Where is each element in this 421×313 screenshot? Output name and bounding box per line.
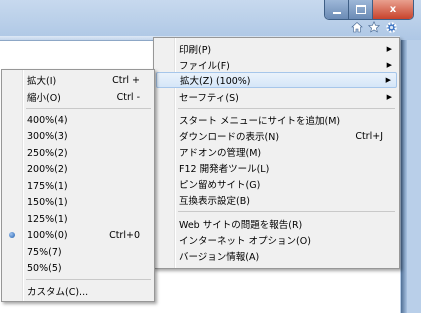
zoom-item-200[interactable]: 200%(2) — [2, 161, 154, 177]
menu-item-label: ファイル(F) — [179, 61, 230, 72]
zoom-item-150[interactable]: 150%(1) — [2, 194, 154, 210]
minimize-icon — [332, 11, 341, 14]
menu-item-compat-view[interactable]: 互換表示設定(B) — [154, 192, 399, 208]
menu-item-label: Web サイトの問題を報告(R) — [179, 220, 303, 231]
gear-icon[interactable] — [384, 20, 398, 34]
menu-item-label: アドオンの管理(M) — [179, 148, 262, 159]
zoom-item-100[interactable]: 100%(0) Ctrl+0 — [2, 227, 154, 243]
menu-item-label: カスタム(C)... — [27, 287, 89, 298]
menu-item-label: ダウンロードの表示(N) — [179, 132, 280, 143]
zoom-item-custom[interactable]: カスタム(C)... — [2, 283, 154, 299]
menu-item-label: 300%(3) — [27, 130, 68, 142]
zoom-item-zoom-out[interactable]: 縮小(O) Ctrl - — [2, 89, 154, 105]
menu-item-view-downloads[interactable]: ダウンロードの表示(N) Ctrl+J — [154, 128, 399, 144]
menu-item-zoom[interactable]: 拡大(Z) (100%) ▶ — [156, 72, 397, 88]
zoom-item-175[interactable]: 175%(1) — [2, 178, 154, 194]
submenu-arrow-icon: ▶ — [386, 93, 392, 101]
menu-item-label: 175%(1) — [27, 180, 68, 192]
menu-item-shortcut: Ctrl+0 — [109, 229, 140, 241]
close-button[interactable]: x — [373, 0, 413, 19]
window-controls: x — [324, 0, 414, 20]
menu-item-label: 互換表示設定(B) — [179, 196, 250, 207]
menu-item-pinned-sites[interactable]: ピン留めサイト(G) — [154, 176, 399, 192]
menu-item-safety[interactable]: セーフティ(S) ▶ — [154, 89, 399, 105]
menu-item-shortcut: Ctrl + — [112, 74, 140, 86]
menu-item-label: セーフティ(S) — [179, 93, 239, 104]
star-icon[interactable] — [367, 20, 381, 34]
menu-separator — [178, 211, 395, 212]
menu-item-label: 125%(1) — [27, 213, 68, 225]
zoom-item-75[interactable]: 75%(7) — [2, 244, 154, 260]
menu-item-file[interactable]: ファイル(F) ▶ — [154, 57, 399, 73]
zoom-submenu: 拡大(I) Ctrl + 縮小(O) Ctrl - 400%(4) 300%(3… — [1, 69, 155, 302]
menu-separator — [178, 108, 395, 109]
close-icon: x — [389, 4, 397, 15]
zoom-item-50[interactable]: 50%(5) — [2, 260, 154, 276]
menu-item-label: 400%(4) — [27, 114, 68, 126]
menu-item-label: スタート メニューにサイトを追加(M) — [179, 116, 341, 127]
menu-item-label: 縮小(O) — [27, 93, 61, 104]
minimize-button[interactable] — [325, 0, 349, 19]
zoom-item-250[interactable]: 250%(2) — [2, 145, 154, 161]
menu-item-label: 印刷(P) — [179, 45, 212, 56]
menu-separator — [26, 108, 151, 109]
menu-item-label: F12 開発者ツール(L) — [179, 164, 270, 175]
zoom-item-zoom-in[interactable]: 拡大(I) Ctrl + — [2, 72, 154, 88]
menu-item-label: 250%(2) — [27, 147, 68, 159]
radio-selected-icon — [9, 232, 15, 238]
menu-item-label: 拡大(Z) (100%) — [180, 76, 251, 87]
menu-item-label: 100%(0) — [27, 229, 68, 241]
menu-item-add-site-to-start[interactable]: スタート メニューにサイトを追加(M) — [154, 112, 399, 128]
menu-item-shortcut: Ctrl - — [116, 91, 140, 103]
submenu-arrow-icon: ▶ — [386, 61, 392, 69]
zoom-item-400[interactable]: 400%(4) — [2, 112, 154, 128]
menu-item-manage-addons[interactable]: アドオンの管理(M) — [154, 144, 399, 160]
menu-item-about[interactable]: バージョン情報(A) — [154, 248, 399, 264]
menu-separator — [26, 279, 151, 280]
menu-item-label: 150%(1) — [27, 196, 68, 208]
menu-item-print[interactable]: 印刷(P) ▶ — [154, 41, 399, 57]
menu-item-report-problem[interactable]: Web サイトの問題を報告(R) — [154, 216, 399, 232]
menu-item-f12-dev-tools[interactable]: F12 開発者ツール(L) — [154, 160, 399, 176]
menu-item-internet-options[interactable]: インターネット オプション(O) — [154, 232, 399, 248]
maximize-icon — [355, 5, 366, 14]
menu-item-label: 拡大(I) — [27, 76, 57, 87]
menu-item-label: バージョン情報(A) — [179, 252, 260, 263]
zoom-item-125[interactable]: 125%(1) — [2, 211, 154, 227]
menu-item-shortcut: Ctrl+J — [355, 130, 383, 142]
tools-menu: 印刷(P) ▶ ファイル(F) ▶ 拡大(Z) (100%) ▶ セーフティ(S… — [153, 37, 400, 269]
home-icon[interactable] — [350, 20, 364, 34]
window-border-shadow — [401, 40, 407, 313]
menu-item-label: インターネット オプション(O) — [179, 236, 311, 247]
menu-item-label: 75%(7) — [27, 246, 62, 258]
submenu-arrow-icon: ▶ — [386, 45, 392, 53]
menu-item-label: 50%(5) — [27, 262, 62, 274]
zoom-item-300[interactable]: 300%(3) — [2, 128, 154, 144]
submenu-arrow-icon: ▶ — [385, 76, 391, 84]
maximize-button[interactable] — [349, 0, 373, 19]
menu-item-label: 200%(2) — [27, 163, 68, 175]
menu-item-label: ピン留めサイト(G) — [179, 180, 261, 191]
